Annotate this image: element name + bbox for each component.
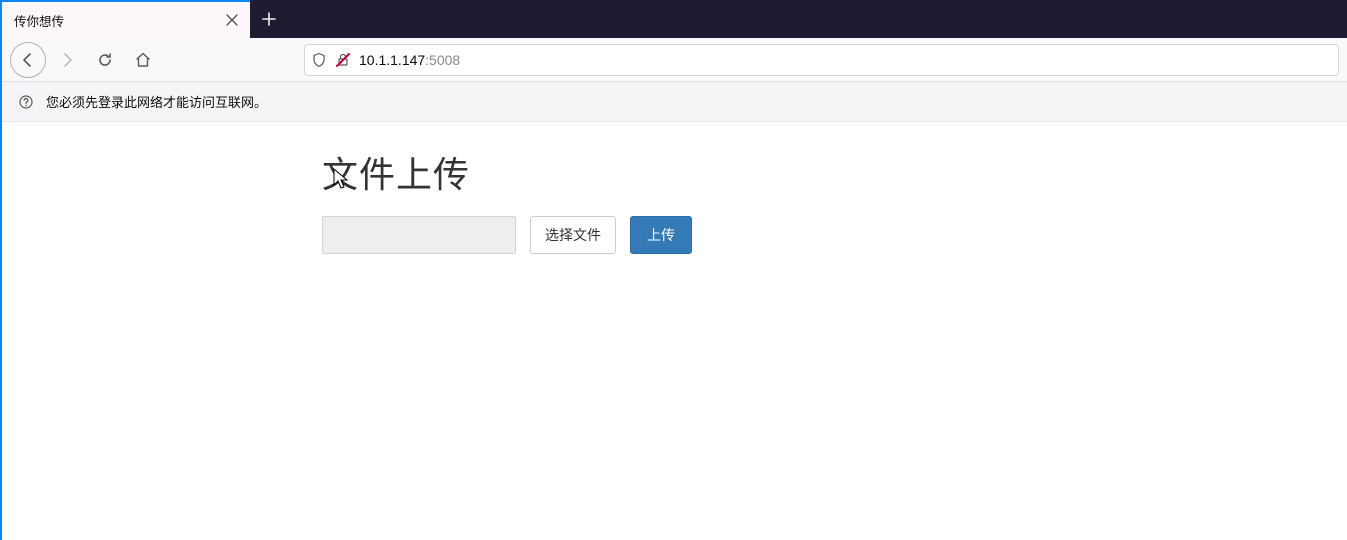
tab-bar: 传你想传 [2,0,1347,38]
back-button[interactable] [10,42,46,78]
notification-text: 您必须先登录此网络才能访问互联网。 [46,92,267,111]
browser-tab[interactable]: 传你想传 [2,0,250,38]
page-heading: 文件上传 [322,146,1347,198]
tab-title: 传你想传 [14,11,64,30]
url-port: :5008 [425,52,460,68]
new-tab-button[interactable] [250,0,288,38]
forward-button[interactable] [50,43,84,77]
nav-toolbar: 10.1.1.147:5008 [2,38,1347,82]
reload-button[interactable] [88,43,122,77]
home-button[interactable] [126,43,160,77]
info-question-icon[interactable] [18,94,34,110]
file-path-display[interactable] [322,216,516,254]
close-tab-icon[interactable] [224,12,240,28]
url-host: 10.1.1.147 [359,52,425,68]
upload-button[interactable]: 上传 [630,216,692,254]
upload-form: 选择文件 上传 [322,216,1347,254]
choose-file-button[interactable]: 选择文件 [530,216,616,254]
page-content: 文件上传 选择文件 上传 [2,122,1347,254]
url-bar[interactable]: 10.1.1.147:5008 [304,44,1339,76]
url-input[interactable]: 10.1.1.147:5008 [359,52,1332,68]
lock-insecure-icon[interactable] [335,52,351,68]
notification-bar: 您必须先登录此网络才能访问互联网。 [2,82,1347,122]
shield-icon[interactable] [311,52,327,68]
